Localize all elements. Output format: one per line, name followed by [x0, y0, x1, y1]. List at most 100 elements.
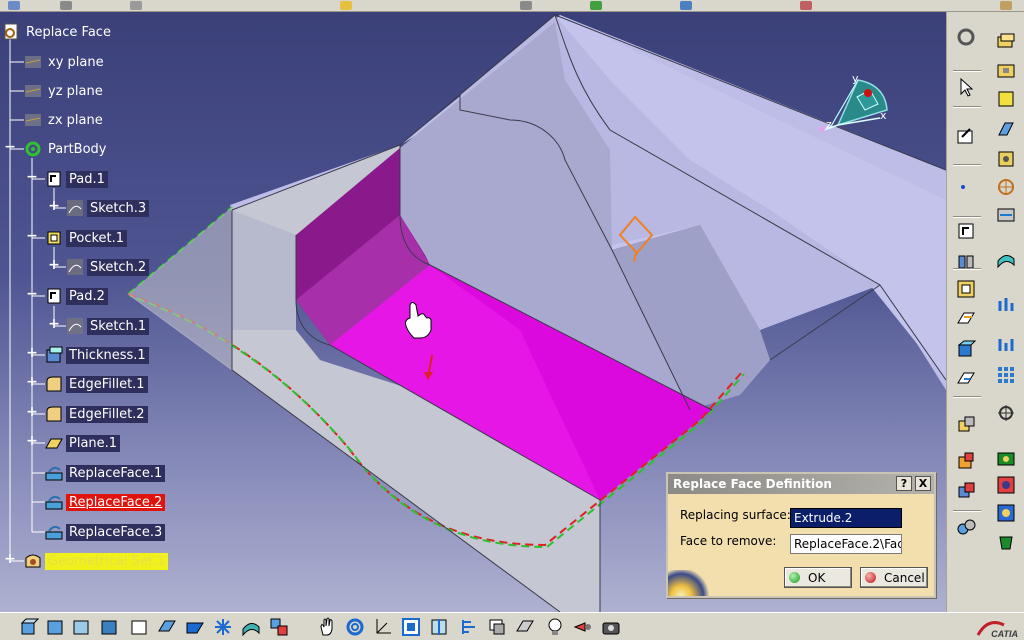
rotate-icon[interactable]: [344, 616, 366, 638]
thickness-tool-icon[interactable]: [955, 308, 977, 330]
toolbar-icon[interactable]: [1000, 1, 1012, 10]
boolean-tool-icon[interactable]: [955, 368, 977, 390]
expand-icon[interactable]: +: [26, 346, 38, 360]
select-arrow-icon[interactable]: [955, 76, 977, 98]
groove-tool-icon[interactable]: [995, 148, 1017, 170]
pad-icon: [45, 170, 63, 188]
hide-show-icon[interactable]: [486, 616, 508, 638]
shell-tool-icon[interactable]: [955, 278, 977, 300]
close-button[interactable]: X: [915, 476, 931, 491]
help-button[interactable]: ?: [896, 476, 912, 491]
view-iso-icon[interactable]: [18, 616, 40, 638]
split-tool-icon[interactable]: [995, 294, 1017, 316]
tree-item-xy-plane[interactable]: xy plane: [24, 51, 107, 73]
tree-item-partbody[interactable]: PartBody: [24, 138, 109, 160]
expand-icon[interactable]: +: [48, 317, 60, 331]
view-back-icon[interactable]: [70, 616, 92, 638]
surface-tool-icon[interactable]: [995, 248, 1017, 270]
pad-feature-icon[interactable]: [955, 220, 977, 242]
tree-item-sketch3[interactable]: Sketch.3: [66, 197, 150, 219]
pan-hand-icon[interactable]: [316, 616, 338, 638]
tree-item-geometrical-set[interactable]: Geometrical Set.1: [24, 550, 169, 572]
pad-tool-icon[interactable]: [995, 30, 1017, 52]
sketch-tool-icon[interactable]: [955, 124, 977, 146]
collapse-icon[interactable]: −: [4, 140, 16, 154]
trim-tool-icon[interactable]: [955, 516, 977, 538]
toolbar-icon[interactable]: [680, 1, 692, 10]
view-top-icon[interactable]: [156, 616, 178, 638]
tree-item-edgefillet2[interactable]: EdgeFillet.2: [45, 403, 148, 425]
swap-view-icon[interactable]: [514, 616, 536, 638]
face-to-remove-field[interactable]: ReplaceFace.2\Fac: [790, 534, 902, 554]
hole-tool-icon[interactable]: [995, 176, 1017, 198]
multi-view-icon[interactable]: [458, 616, 480, 638]
render-mode-icon[interactable]: [268, 616, 290, 638]
expand-icon[interactable]: +: [4, 552, 16, 566]
pattern-tool-icon[interactable]: [995, 364, 1017, 386]
collapse-icon[interactable]: −: [26, 229, 38, 243]
flashlight-icon[interactable]: [572, 616, 594, 638]
tree-item-zx-plane[interactable]: zx plane: [24, 109, 106, 131]
measure-tool-icon[interactable]: [995, 448, 1017, 470]
point-tool-icon[interactable]: [955, 176, 977, 198]
tree-item-pad2[interactable]: Pad.2: [45, 285, 108, 307]
collapse-icon[interactable]: −: [26, 170, 38, 184]
toolbar-icon[interactable]: [800, 1, 812, 10]
toolbar-icon[interactable]: [340, 1, 352, 10]
tree-item-yz-plane[interactable]: yz plane: [24, 80, 106, 102]
tree-item-thickness1[interactable]: Thickness.1: [45, 344, 149, 366]
toolbar-icon[interactable]: [130, 1, 142, 10]
thread-tool-icon[interactable]: [995, 204, 1017, 226]
analysis-tool-icon[interactable]: [995, 502, 1017, 524]
dialog-title-bar[interactable]: Replace Face Definition ? X: [668, 474, 934, 494]
tree-item-replaceface1[interactable]: ReplaceFace.1: [45, 462, 166, 484]
shading-icon[interactable]: [240, 616, 262, 638]
view-right-icon[interactable]: [128, 616, 150, 638]
normal-view-icon[interactable]: [428, 616, 450, 638]
tree-item-replaceface3[interactable]: ReplaceFace.3: [45, 521, 166, 543]
expand-icon[interactable]: +: [26, 434, 38, 448]
tree-item-pad1[interactable]: Pad.1: [45, 168, 108, 190]
tree-item-plane1[interactable]: Plane.1: [45, 432, 121, 454]
expand-icon[interactable]: +: [26, 375, 38, 389]
bucket-tool-icon[interactable]: [995, 530, 1017, 552]
toolbar-icon[interactable]: [590, 1, 602, 10]
sketcher-icon[interactable]: [955, 26, 977, 48]
union-tool-icon[interactable]: [995, 334, 1017, 356]
ok-button[interactable]: OK: [784, 567, 852, 588]
fit-all-icon[interactable]: [400, 616, 422, 638]
collapse-icon[interactable]: −: [26, 287, 38, 301]
axis-view-icon[interactable]: [212, 616, 234, 638]
expand-icon[interactable]: +: [48, 199, 60, 213]
toolbar-icon[interactable]: [8, 1, 20, 10]
rib-tool-icon[interactable]: [995, 118, 1017, 140]
tree-item-sketch2[interactable]: Sketch.2: [66, 256, 150, 278]
expand-icon[interactable]: +: [26, 405, 38, 419]
replacing-surface-field[interactable]: Extrude.2: [790, 508, 902, 528]
camera-icon[interactable]: [600, 616, 622, 638]
view-front-icon[interactable]: [44, 616, 66, 638]
tree-root[interactable]: Replace Face: [2, 21, 114, 43]
pocket-tool-icon[interactable]: [995, 60, 1017, 82]
apply-material-icon[interactable]: [995, 474, 1017, 496]
remove-tool-icon[interactable]: [955, 450, 977, 472]
tree-item-pocket1[interactable]: Pocket.1: [45, 227, 128, 249]
solid-cube-icon[interactable]: [955, 338, 977, 360]
zoom-axis-icon[interactable]: [372, 616, 394, 638]
expand-icon[interactable]: +: [48, 258, 60, 272]
tree-item-label: PartBody: [48, 141, 107, 157]
tree-item-replaceface2[interactable]: ReplaceFace.2: [45, 491, 166, 513]
tree-item-label: Plane.1: [66, 434, 121, 452]
cancel-button[interactable]: Cancel: [860, 567, 928, 588]
toolbar-icon[interactable]: [520, 1, 532, 10]
shaft-tool-icon[interactable]: [995, 88, 1017, 110]
intersect-tool-icon[interactable]: [955, 480, 977, 502]
tree-item-sketch1[interactable]: Sketch.1: [66, 315, 150, 337]
toolbar-icon[interactable]: [60, 1, 72, 10]
scale-tool-icon[interactable]: [995, 402, 1017, 424]
view-left-icon[interactable]: [98, 616, 120, 638]
view-bottom-icon[interactable]: [184, 616, 206, 638]
assemble-tool-icon[interactable]: [955, 414, 977, 436]
tree-item-edgefillet1[interactable]: EdgeFillet.1: [45, 373, 148, 395]
light-bulb-icon[interactable]: [544, 616, 566, 638]
